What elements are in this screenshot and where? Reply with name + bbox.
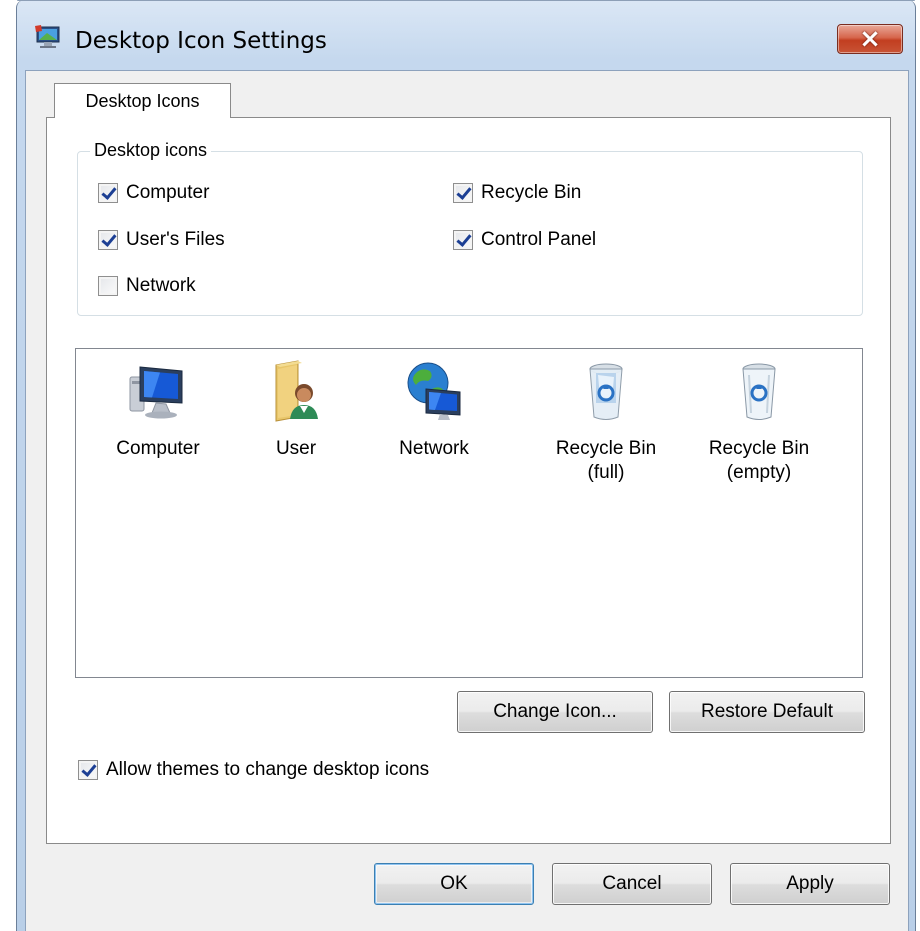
ok-button[interactable]: OK [374, 863, 534, 905]
desktop-icons-group-label: Desktop icons [90, 140, 212, 161]
title-bar[interactable]: Desktop Icon Settings × [17, 0, 915, 70]
restore-default-button[interactable]: Restore Default [669, 691, 865, 733]
icon-list-item-recycle-bin-full[interactable]: Recycle Bin (full) [536, 359, 676, 485]
window-title: Desktop Icon Settings [75, 28, 327, 54]
users-files-checkbox-box[interactable] [98, 230, 118, 250]
control-panel-checkbox-label: Control Panel [481, 229, 597, 250]
recycle-bin-empty-icon [742, 363, 776, 420]
apply-button[interactable]: Apply [730, 863, 890, 905]
allow-themes-checkbox[interactable]: Allow themes to change desktop icons [78, 759, 429, 781]
allow-themes-checkbox-box[interactable] [78, 760, 98, 780]
network-checkbox[interactable]: Network [98, 275, 196, 297]
icon-list-label: Computer [116, 438, 200, 459]
desktop-icon-settings-app-icon [35, 25, 60, 48]
icon-list-label: Recycle Bin (full) [555, 438, 657, 483]
dialog-window: Desktop Icon Settings × Desktop Icons De… [16, 0, 916, 931]
users-files-checkbox-label: User's Files [126, 229, 225, 250]
close-icon: × [859, 24, 881, 54]
icon-list-label: User [275, 438, 317, 459]
computer-checkbox-box[interactable] [98, 183, 118, 203]
control-panel-checkbox-box[interactable] [453, 230, 473, 250]
cancel-button[interactable]: Cancel [552, 863, 712, 905]
desktop-icons-groupbox: Desktop icons Computer User's Files Netw… [77, 140, 863, 316]
dialog-client-area: Desktop Icons Desktop icons Computer Use… [25, 70, 909, 931]
recycle-bin-checkbox-box[interactable] [453, 183, 473, 203]
computer-checkbox-label: Computer [126, 182, 210, 203]
tab-page-desktop-icons: Desktop icons Computer User's Files Netw… [46, 117, 891, 844]
network-checkbox-box[interactable] [98, 276, 118, 296]
computer-checkbox[interactable]: Computer [98, 182, 209, 204]
icon-list-item-network[interactable]: Network [364, 359, 504, 461]
recycle-bin-checkbox-label: Recycle Bin [481, 182, 582, 203]
network-icon [407, 362, 461, 420]
icon-list-item-user[interactable]: User [226, 359, 366, 461]
users-files-checkbox[interactable]: User's Files [98, 229, 225, 251]
tab-desktop-icons[interactable]: Desktop Icons [54, 83, 231, 118]
recycle-bin-full-icon [589, 363, 623, 420]
recycle-bin-checkbox[interactable]: Recycle Bin [453, 182, 581, 204]
icon-list-label: Recycle Bin (empty) [708, 438, 810, 483]
change-icon-button[interactable]: Change Icon... [457, 691, 653, 733]
allow-themes-checkbox-label: Allow themes to change desktop icons [106, 759, 430, 780]
computer-icon [129, 366, 183, 419]
icon-list-item-computer[interactable]: Computer [88, 359, 228, 461]
user-folder-icon [275, 360, 318, 422]
icon-list[interactable]: Computer User Network Recycle Bin (full)… [75, 348, 863, 678]
icon-list-label: Network [399, 438, 469, 459]
icon-list-item-recycle-bin-empty[interactable]: Recycle Bin (empty) [689, 359, 829, 485]
close-button[interactable]: × [837, 24, 903, 54]
network-checkbox-label: Network [126, 275, 196, 296]
control-panel-checkbox[interactable]: Control Panel [453, 229, 596, 251]
